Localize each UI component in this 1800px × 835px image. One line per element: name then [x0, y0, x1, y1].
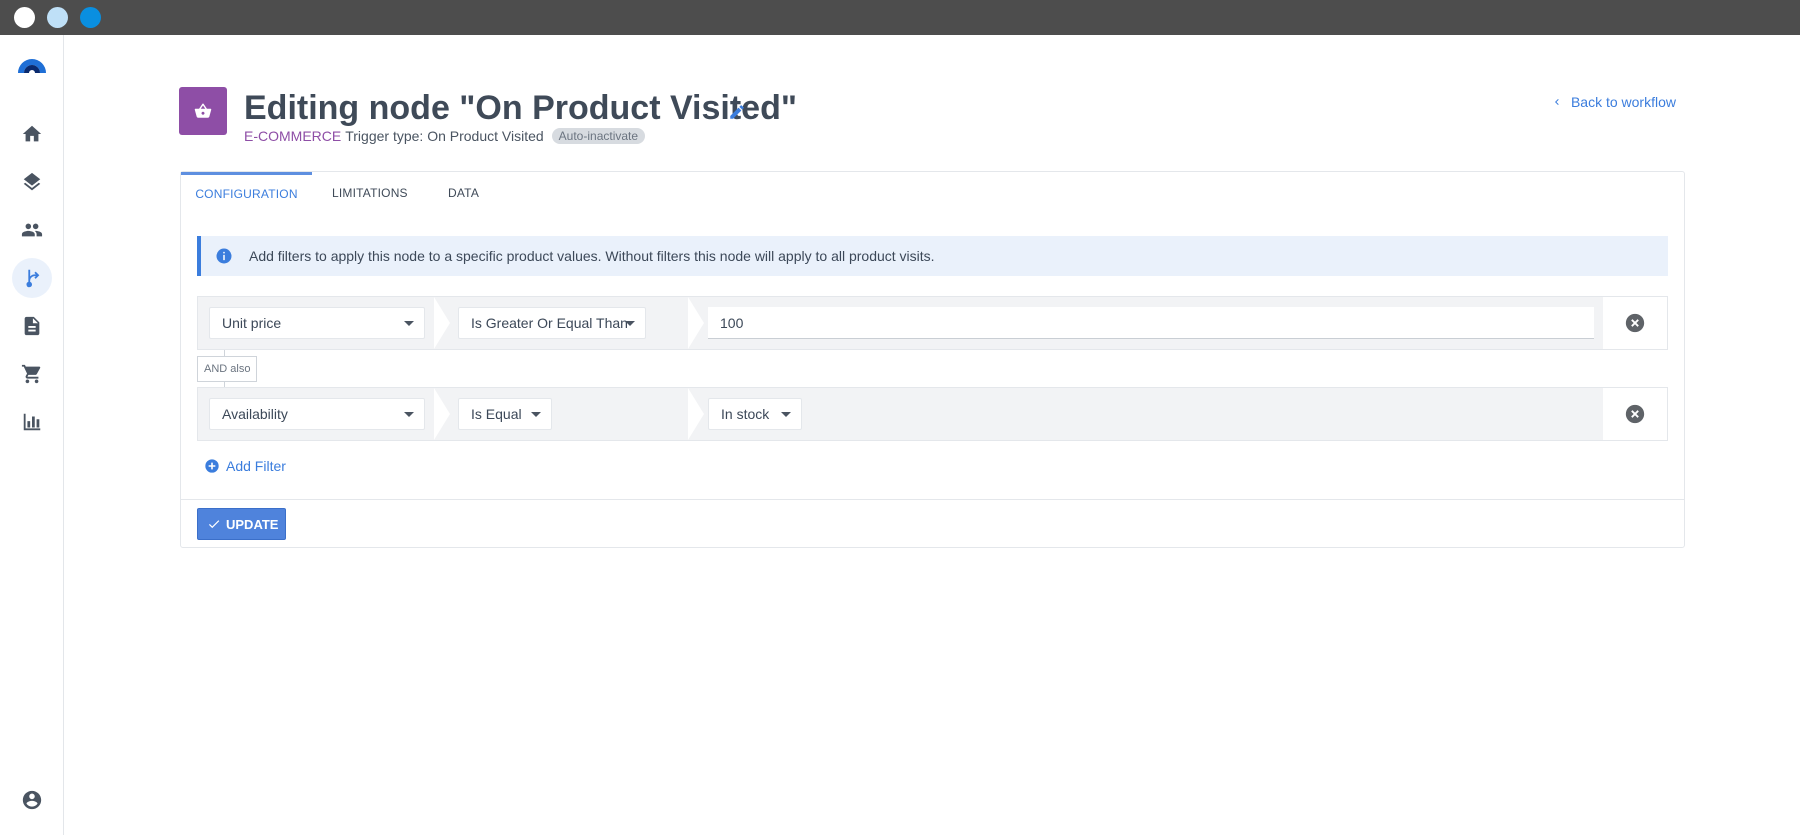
chevron-down-icon — [531, 412, 541, 417]
info-icon — [215, 247, 233, 265]
info-text: Add filters to apply this node to a spec… — [249, 248, 935, 264]
chevron-down-icon — [625, 321, 635, 326]
sidebar-item-ecommerce[interactable] — [12, 354, 52, 394]
filter-field-select[interactable]: Unit price — [209, 307, 425, 339]
sidebar-item-reports[interactable] — [12, 402, 52, 442]
close-circle-icon — [1625, 313, 1645, 333]
add-filter-label: Add Filter — [226, 458, 286, 474]
filter-field-value: Unit price — [222, 315, 282, 331]
bar-chart-icon — [23, 413, 41, 431]
node-type-badge — [179, 87, 227, 135]
update-button[interactable]: UPDATE — [197, 508, 287, 540]
add-filter-button[interactable]: Add Filter — [204, 458, 286, 474]
users-icon — [21, 223, 43, 237]
node-subtitle: E-COMMERCE Trigger type: On Product Visi… — [244, 128, 646, 144]
layers-icon — [23, 172, 41, 191]
filter-row: Unit price Is Greater Or Equal Than — [197, 296, 1668, 350]
filter-value-option: In stock — [721, 406, 770, 422]
tab-bar: CONFIGURATION LIMITATIONS DATA — [181, 172, 1684, 216]
separator-arrow-icon — [688, 388, 704, 440]
chevron-left-icon — [1554, 99, 1559, 105]
add-circle-icon — [205, 459, 219, 473]
filter-operator-value: Is Greater Or Equal Than — [471, 315, 628, 331]
separator-arrow-icon — [688, 297, 704, 349]
chevron-down-icon — [781, 412, 791, 417]
page-title: Editing node "On Product Visited" — [244, 89, 797, 127]
status-badge: Auto-inactivate — [551, 128, 646, 144]
window-titlebar — [0, 0, 1800, 35]
back-link-label: Back to workflow — [1570, 94, 1676, 110]
sidebar — [0, 35, 64, 835]
separator-arrow-icon — [434, 297, 450, 349]
filter-operator-value: Is Equal — [471, 406, 522, 422]
account-icon — [22, 790, 42, 810]
cart-icon — [21, 364, 41, 384]
category-label: E-COMMERCE — [244, 128, 342, 144]
app-logo-icon[interactable] — [16, 51, 48, 75]
filter-field-select[interactable]: Availability — [209, 398, 425, 430]
update-label: UPDATE — [226, 516, 279, 532]
sidebar-item-account[interactable] — [12, 780, 52, 820]
document-icon — [24, 316, 40, 336]
separator-arrow-icon — [434, 388, 450, 440]
and-also-label: AND also — [197, 356, 258, 382]
basket-icon — [194, 103, 212, 118]
tab-data[interactable]: DATA — [448, 172, 479, 216]
home-icon — [22, 125, 42, 142]
check-icon — [208, 520, 220, 529]
card-divider — [181, 499, 1684, 500]
sidebar-item-documents[interactable] — [12, 306, 52, 346]
remove-filter-button[interactable] — [1603, 388, 1667, 440]
close-circle-icon — [1625, 404, 1645, 424]
filter-operator-select[interactable]: Is Greater Or Equal Than — [458, 307, 646, 339]
close-dot[interactable] — [14, 7, 35, 28]
sidebar-item-workflows[interactable] — [12, 258, 52, 298]
minimize-dot[interactable] — [47, 7, 68, 28]
sidebar-item-layers[interactable] — [12, 162, 52, 202]
trigger-type-label: Trigger type: On Product Visited — [345, 128, 544, 144]
tab-limitations[interactable]: LIMITATIONS — [332, 172, 408, 216]
filter-operator-select[interactable]: Is Equal — [458, 398, 552, 430]
node-config-card: CONFIGURATION LIMITATIONS DATA Add filte… — [180, 171, 1685, 548]
edit-title-icon[interactable] — [728, 103, 746, 121]
sidebar-item-home[interactable] — [12, 114, 52, 154]
workflow-icon — [26, 269, 40, 288]
info-banner: Add filters to apply this node to a spec… — [197, 236, 1668, 276]
filter-field-value: Availability — [222, 406, 288, 422]
filter-row: Availability Is Equal In stock — [197, 387, 1668, 441]
chevron-down-icon — [404, 321, 414, 326]
chevron-down-icon — [404, 412, 414, 417]
filter-value-input[interactable] — [708, 307, 1594, 339]
filter-value-select[interactable]: In stock — [708, 398, 802, 430]
back-to-workflow-link[interactable]: Back to workflow — [1551, 94, 1676, 110]
tab-configuration[interactable]: CONFIGURATION — [181, 172, 312, 216]
remove-filter-button[interactable] — [1603, 297, 1667, 349]
maximize-dot[interactable] — [80, 7, 101, 28]
sidebar-item-users[interactable] — [12, 210, 52, 250]
